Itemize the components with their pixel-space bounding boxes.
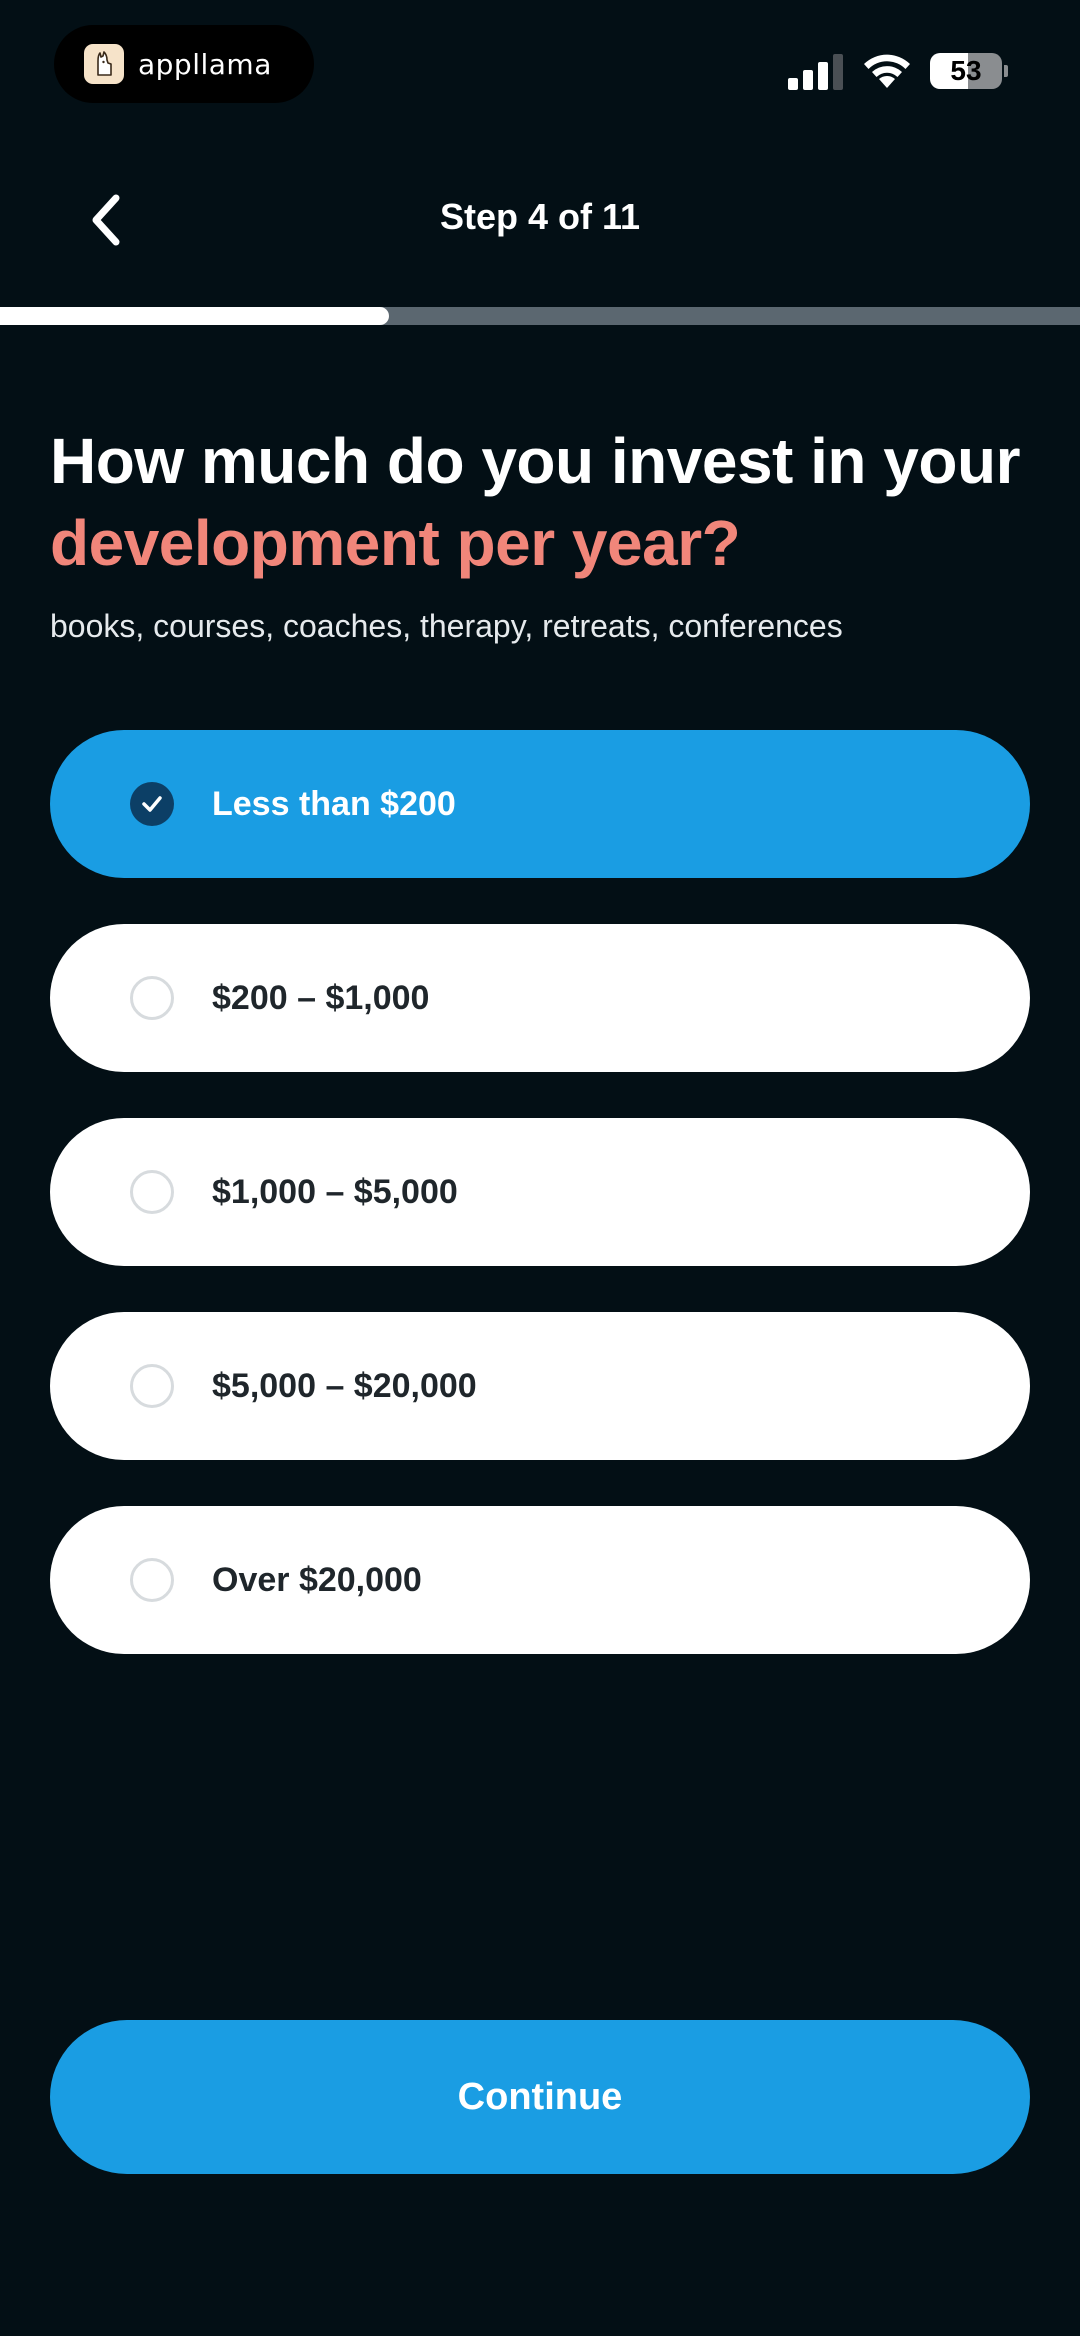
- question-subtitle: books, courses, coaches, therapy, retrea…: [50, 608, 843, 644]
- option-less-than-200[interactable]: Less than $200: [50, 730, 1030, 878]
- check-icon: [142, 796, 162, 812]
- app-indicator-pill[interactable]: appllama: [54, 25, 314, 103]
- radio-button: [130, 782, 174, 826]
- progress-bar-fill: [0, 307, 389, 325]
- option-200-to-1000[interactable]: $200 – $1,000: [50, 924, 1030, 1072]
- option-5000-to-20000[interactable]: $5,000 – $20,000: [50, 1312, 1030, 1460]
- option-label: $1,000 – $5,000: [212, 1172, 458, 1211]
- question-line-2-highlight: development per year?: [50, 507, 741, 579]
- status-bar: appllama 53: [0, 0, 1080, 130]
- step-indicator: Step 4 of 11: [439, 196, 641, 237]
- option-over-20000[interactable]: Over $20,000: [50, 1506, 1030, 1654]
- radio-button: [130, 976, 174, 1020]
- battery-tip: [1004, 65, 1008, 77]
- radio-button: [130, 1364, 174, 1408]
- radio-button: [130, 1170, 174, 1214]
- option-label: Less than $200: [212, 784, 456, 823]
- wifi-icon: [864, 54, 910, 88]
- answer-options-list: Less than $200 $200 – $1,000 $1,000 – $5…: [50, 730, 1030, 1700]
- radio-button: [130, 1558, 174, 1602]
- battery-level: 53: [930, 53, 1002, 89]
- question-title: How much do you invest in your developme…: [50, 420, 1040, 584]
- option-label: $200 – $1,000: [212, 978, 430, 1017]
- app-name: appllama: [138, 47, 272, 81]
- continue-button[interactable]: Continue: [50, 2020, 1030, 2174]
- option-1000-to-5000[interactable]: $1,000 – $5,000: [50, 1118, 1030, 1266]
- question-line-1: How much do you invest in your: [50, 425, 1020, 497]
- cellular-signal-icon: [788, 54, 843, 90]
- battery-indicator: 53: [930, 52, 1008, 90]
- progress-bar: [0, 307, 1080, 325]
- option-label: $5,000 – $20,000: [212, 1366, 477, 1405]
- llama-logo-icon: [84, 44, 124, 84]
- option-label: Over $20,000: [212, 1560, 422, 1599]
